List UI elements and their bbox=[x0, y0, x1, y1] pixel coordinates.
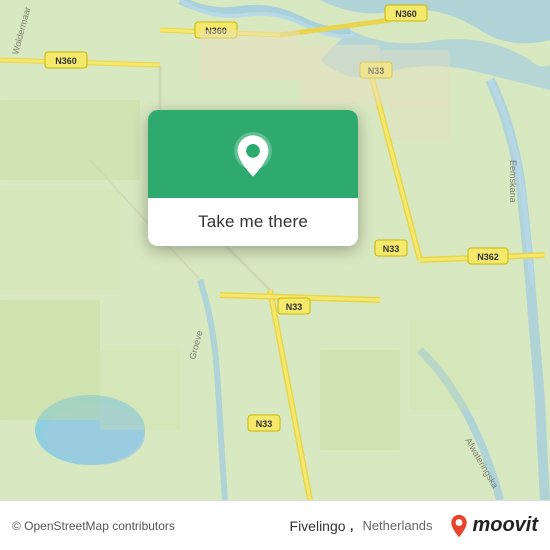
map: N360 N360 N360 N33 N33 N33 N33 N36 bbox=[0, 0, 550, 500]
popup-header bbox=[148, 110, 358, 198]
svg-text:N33: N33 bbox=[286, 302, 303, 312]
location-pin-icon bbox=[229, 132, 277, 180]
svg-text:N360: N360 bbox=[55, 56, 77, 66]
country-name: Netherlands bbox=[362, 518, 432, 533]
svg-text:N33: N33 bbox=[383, 244, 400, 254]
svg-text:Eemskana: Eemskana bbox=[508, 160, 518, 203]
svg-text:N360: N360 bbox=[395, 9, 417, 19]
svg-text:N33: N33 bbox=[256, 419, 273, 429]
moovit-text: moovit bbox=[472, 514, 538, 537]
popup-card: Take me there bbox=[148, 110, 358, 246]
svg-text:N362: N362 bbox=[477, 252, 499, 262]
location-name: Fivelingo bbox=[290, 518, 346, 534]
map-attribution: © OpenStreetMap contributors bbox=[12, 519, 175, 533]
moovit-pin-icon bbox=[449, 514, 469, 538]
take-me-there-button[interactable]: Take me there bbox=[148, 198, 358, 246]
footer-bar: © OpenStreetMap contributors Fivelingo ,… bbox=[0, 500, 550, 550]
moovit-logo: moovit bbox=[449, 514, 538, 538]
footer-right: Fivelingo , Netherlands moovit bbox=[290, 514, 538, 538]
